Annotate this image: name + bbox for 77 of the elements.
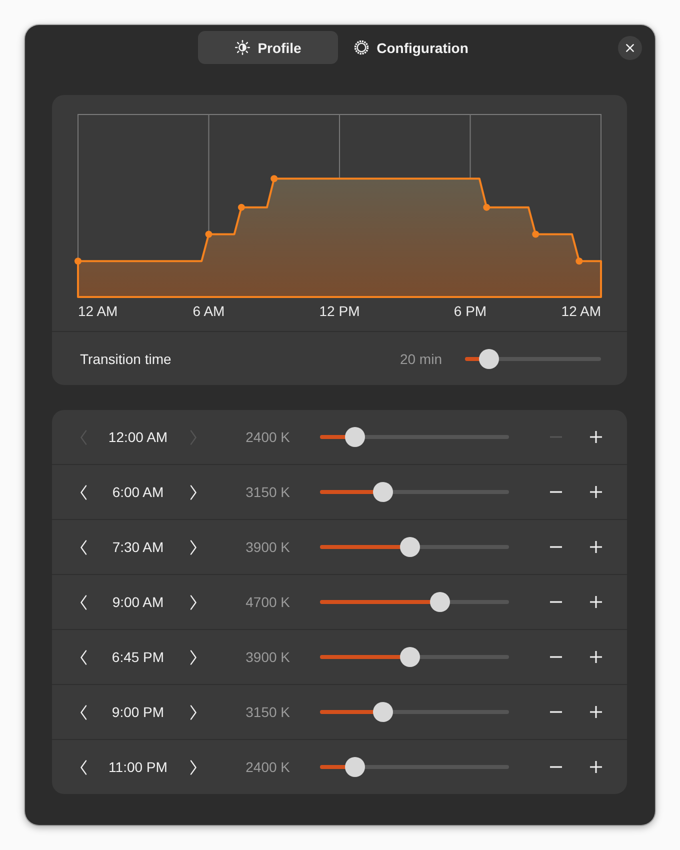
chevron-left-icon xyxy=(80,594,86,610)
slider-thumb[interactable] xyxy=(373,482,394,502)
slider-thumb[interactable] xyxy=(430,592,450,612)
temperature-value: 3150 K xyxy=(244,484,290,500)
temperature-slider[interactable] xyxy=(320,702,509,722)
slider-thumb[interactable] xyxy=(400,647,420,667)
chevron-right-icon xyxy=(190,484,196,500)
temperature-value: 2400 K xyxy=(244,429,290,445)
time-label: 6:00 AM xyxy=(111,484,165,500)
temperature-value: 2400 K xyxy=(244,759,290,775)
temperature-slider[interactable] xyxy=(320,647,509,667)
data-point[interactable] xyxy=(576,258,583,265)
temperature-value: 3900 K xyxy=(244,539,290,555)
time-label: 11:00 PM xyxy=(108,759,168,775)
slider-thumb[interactable] xyxy=(479,348,500,368)
plus-icon xyxy=(590,596,602,608)
time-label: 7:30 AM xyxy=(111,539,165,555)
minus-icon xyxy=(550,491,562,493)
chevron-left-icon xyxy=(80,430,86,444)
slider-thumb[interactable] xyxy=(400,537,420,557)
chevron-left-icon xyxy=(80,650,86,664)
chevron-left-icon xyxy=(80,484,86,500)
time-label: 12:00 AM xyxy=(107,429,169,445)
plus-icon xyxy=(590,706,602,718)
axis-label: 12 AM xyxy=(561,303,601,319)
axis-label: 6 PM xyxy=(454,303,487,319)
minus-icon xyxy=(550,711,562,713)
temperature-slider[interactable] xyxy=(320,537,509,557)
slider-thumb[interactable] xyxy=(373,702,394,722)
plus-icon xyxy=(590,486,602,498)
time-label: 9:00 AM xyxy=(111,594,165,610)
temperature-slider[interactable] xyxy=(320,482,509,502)
plus-icon xyxy=(590,431,602,443)
temperature-slider[interactable] xyxy=(320,592,509,612)
slider-thumb[interactable] xyxy=(344,427,365,447)
temperature-value: 4700 K xyxy=(244,594,290,610)
minus-icon xyxy=(550,546,562,548)
chevron-right-icon xyxy=(190,650,196,664)
temperature-value: 3150 K xyxy=(244,704,290,720)
tab[interactable]: Profile xyxy=(198,31,338,64)
chevron-right-icon xyxy=(190,760,196,774)
data-point[interactable] xyxy=(270,175,278,182)
chevron-left-icon xyxy=(80,704,86,720)
data-point[interactable] xyxy=(238,204,245,211)
minus-icon xyxy=(550,601,562,603)
sun-icon xyxy=(234,40,250,55)
chevron-left-icon xyxy=(80,760,86,774)
gear-icon xyxy=(354,40,369,55)
minus-icon xyxy=(550,656,562,658)
chevron-right-icon xyxy=(190,540,196,554)
transition-label: Transition time xyxy=(80,350,172,366)
plus-icon xyxy=(590,541,602,553)
plus-icon xyxy=(590,651,602,663)
minus-icon xyxy=(550,766,562,768)
close-icon xyxy=(626,44,634,52)
data-point[interactable] xyxy=(205,230,212,238)
data-point[interactable] xyxy=(483,204,490,211)
chevron-left-icon xyxy=(80,540,86,554)
data-point[interactable] xyxy=(532,230,540,238)
time-label: 6:45 PM xyxy=(110,649,166,665)
chevron-right-icon xyxy=(190,430,196,444)
temperature-slider[interactable] xyxy=(320,757,509,777)
slider-thumb[interactable] xyxy=(344,757,365,777)
chevron-right-icon xyxy=(190,704,196,720)
transition-slider[interactable] xyxy=(465,348,601,368)
time-label: 9:00 PM xyxy=(110,704,166,720)
plus-icon xyxy=(590,761,602,773)
temperature-slider[interactable] xyxy=(320,427,509,447)
chevron-right-icon xyxy=(190,594,196,610)
tab[interactable]: Configuration xyxy=(341,31,481,64)
axis-label: 12 AM xyxy=(78,303,118,319)
axis-label: 6 AM xyxy=(192,303,225,319)
transition-value: 20 min xyxy=(400,350,442,366)
close-button[interactable] xyxy=(618,36,642,60)
data-point[interactable] xyxy=(74,258,82,265)
temperature-value: 3900 K xyxy=(244,649,290,665)
axis-label: 12 PM xyxy=(319,303,360,319)
